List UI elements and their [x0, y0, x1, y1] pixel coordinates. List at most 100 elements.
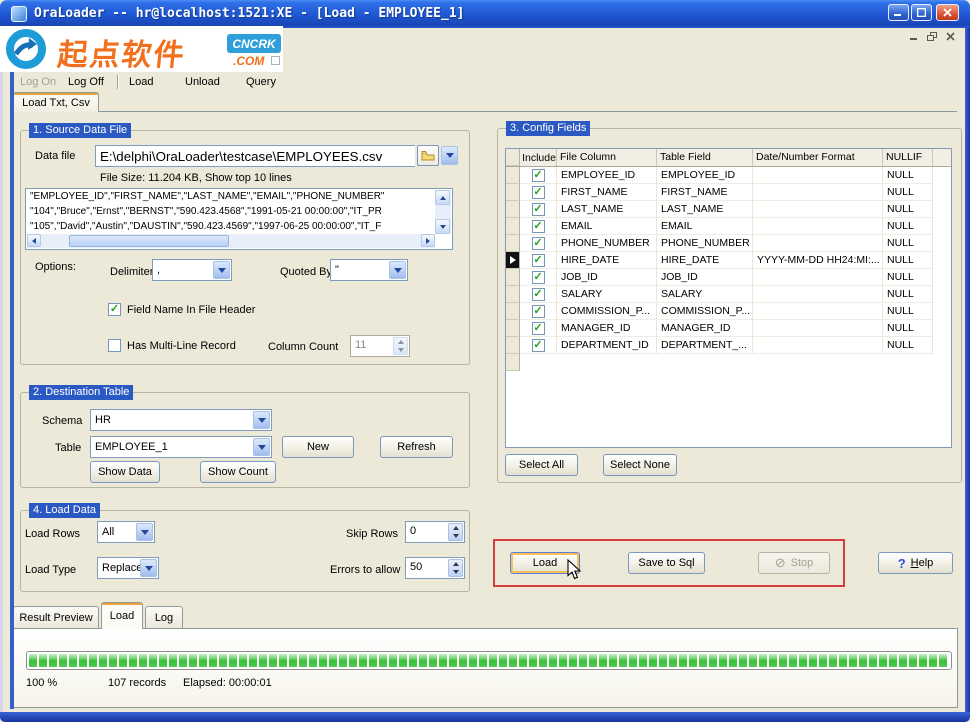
- mdi-minimize-button[interactable]: [906, 30, 922, 43]
- config-grid-row[interactable]: ✓ MANAGER_ID MANAGER_ID NULL: [506, 320, 951, 337]
- config-grid-row[interactable]: ✓ LAST_NAME LAST_NAME NULL: [506, 201, 951, 218]
- config-grid-row[interactable]: ✓ PHONE_NUMBER PHONE_NUMBER NULL: [506, 235, 951, 252]
- include-checkbox[interactable]: ✓: [532, 339, 545, 352]
- include-checkbox[interactable]: ✓: [532, 288, 545, 301]
- quoted-by-select[interactable]: ": [330, 259, 408, 281]
- nullif-cell[interactable]: NULL: [883, 235, 933, 252]
- format-cell[interactable]: YYYY-MM-DD HH24:MI:...: [753, 252, 883, 269]
- show-count-button[interactable]: Show Count: [200, 461, 276, 483]
- include-checkbox[interactable]: ✓: [532, 322, 545, 335]
- include-cell[interactable]: ✓: [520, 235, 557, 252]
- config-grid-row[interactable]: ✓ COMMISSION_P... COMMISSION_P... NULL: [506, 303, 951, 320]
- load-rows-dropdown-button[interactable]: [136, 523, 153, 541]
- include-checkbox[interactable]: ✓: [532, 186, 545, 199]
- include-checkbox[interactable]: ✓: [532, 254, 545, 267]
- include-checkbox[interactable]: ✓: [532, 203, 545, 216]
- nullif-cell[interactable]: NULL: [883, 218, 933, 235]
- file-column-cell[interactable]: LAST_NAME: [557, 201, 657, 218]
- multi-line-record-checkbox[interactable]: [108, 339, 121, 352]
- table-field-cell[interactable]: EMPLOYEE_ID: [657, 167, 753, 184]
- format-cell[interactable]: [753, 167, 883, 184]
- save-to-sql-button[interactable]: Save to Sql: [628, 552, 705, 574]
- format-cell[interactable]: [753, 235, 883, 252]
- nullif-cell[interactable]: NULL: [883, 337, 933, 354]
- file-column-cell[interactable]: EMPLOYEE_ID: [557, 167, 657, 184]
- format-cell[interactable]: [753, 269, 883, 286]
- help-button[interactable]: ? Help: [878, 552, 953, 574]
- delimiter-dropdown-button[interactable]: [213, 261, 230, 279]
- scroll-right-button[interactable]: [421, 234, 435, 247]
- horizontal-scroll-thumb[interactable]: [69, 235, 229, 247]
- table-field-cell[interactable]: FIRST_NAME: [657, 184, 753, 201]
- config-grid-row[interactable]: ✓ DEPARTMENT_ID DEPARTMENT_... NULL: [506, 337, 951, 354]
- quoted-by-dropdown-button[interactable]: [389, 261, 406, 279]
- mdi-restore-button[interactable]: [924, 30, 940, 43]
- nullif-cell[interactable]: NULL: [883, 201, 933, 218]
- table-field-cell[interactable]: COMMISSION_P...: [657, 303, 753, 320]
- config-grid-row[interactable]: ✓ JOB_ID JOB_ID NULL: [506, 269, 951, 286]
- include-cell[interactable]: ✓: [520, 184, 557, 201]
- close-button[interactable]: [936, 4, 959, 21]
- tab-load[interactable]: Load: [101, 602, 143, 629]
- load-type-dropdown-button[interactable]: [140, 559, 157, 577]
- format-cell[interactable]: [753, 303, 883, 320]
- table-field-cell[interactable]: SALARY: [657, 286, 753, 303]
- table-field-cell[interactable]: LAST_NAME: [657, 201, 753, 218]
- toolbar-query[interactable]: Query: [246, 74, 276, 90]
- titlebar[interactable]: OraLoader -- hr@localhost:1521:XE - [Loa…: [0, 0, 970, 28]
- preview-vertical-scrollbar[interactable]: [435, 190, 451, 234]
- include-cell[interactable]: ✓: [520, 218, 557, 235]
- include-cell[interactable]: ✓: [520, 286, 557, 303]
- file-column-cell[interactable]: SALARY: [557, 286, 657, 303]
- include-checkbox[interactable]: ✓: [532, 305, 545, 318]
- file-column-cell[interactable]: DEPARTMENT_ID: [557, 337, 657, 354]
- config-grid-row[interactable]: ✓ EMPLOYEE_ID EMPLOYEE_ID NULL: [506, 167, 951, 184]
- file-preview-box[interactable]: "EMPLOYEE_ID","FIRST_NAME","LAST_NAME","…: [25, 188, 453, 250]
- format-cell[interactable]: [753, 218, 883, 235]
- format-cell[interactable]: [753, 337, 883, 354]
- format-cell[interactable]: [753, 201, 883, 218]
- nullif-cell[interactable]: NULL: [883, 184, 933, 201]
- table-field-cell[interactable]: DEPARTMENT_...: [657, 337, 753, 354]
- table-field-cell[interactable]: HIRE_DATE: [657, 252, 753, 269]
- table-field-cell[interactable]: JOB_ID: [657, 269, 753, 286]
- config-grid-row[interactable]: ✓ SALARY SALARY NULL: [506, 286, 951, 303]
- file-column-cell[interactable]: MANAGER_ID: [557, 320, 657, 337]
- errors-to-allow-spinner[interactable]: 50: [405, 557, 465, 579]
- tab-log[interactable]: Log: [145, 606, 183, 628]
- scroll-down-button[interactable]: [435, 219, 450, 234]
- delimiter-select[interactable]: ,: [152, 259, 232, 281]
- spinner-buttons[interactable]: [448, 523, 463, 541]
- config-grid-row[interactable]: ✓ EMAIL EMAIL NULL: [506, 218, 951, 235]
- scroll-left-button[interactable]: [27, 234, 41, 247]
- toolbar-unload[interactable]: Unload: [185, 74, 220, 90]
- minimize-button[interactable]: [888, 4, 909, 21]
- format-cell[interactable]: [753, 320, 883, 337]
- field-name-header-checkbox[interactable]: ✓: [108, 303, 121, 316]
- include-cell[interactable]: ✓: [520, 320, 557, 337]
- table-field-cell[interactable]: EMAIL: [657, 218, 753, 235]
- nullif-cell[interactable]: NULL: [883, 252, 933, 269]
- preview-horizontal-scrollbar[interactable]: [27, 234, 435, 248]
- table-field-cell[interactable]: MANAGER_ID: [657, 320, 753, 337]
- nullif-cell[interactable]: NULL: [883, 269, 933, 286]
- file-column-cell[interactable]: PHONE_NUMBER: [557, 235, 657, 252]
- load-rows-select[interactable]: All: [97, 521, 155, 543]
- include-cell[interactable]: ✓: [520, 201, 557, 218]
- spinner-buttons[interactable]: [448, 559, 463, 577]
- schema-select[interactable]: HR: [90, 409, 272, 431]
- refresh-button[interactable]: Refresh: [380, 436, 453, 458]
- tab-result-preview[interactable]: Result Preview: [13, 606, 99, 628]
- select-all-button[interactable]: Select All: [505, 454, 578, 476]
- data-file-dropdown-button[interactable]: [441, 146, 458, 165]
- toolbar-log-off[interactable]: Log Off: [68, 74, 104, 90]
- include-cell[interactable]: ✓: [520, 269, 557, 286]
- new-table-button[interactable]: New: [282, 436, 354, 458]
- nullif-cell[interactable]: NULL: [883, 320, 933, 337]
- format-cell[interactable]: [753, 184, 883, 201]
- include-checkbox[interactable]: ✓: [532, 220, 545, 233]
- file-column-cell[interactable]: EMAIL: [557, 218, 657, 235]
- file-column-cell[interactable]: COMMISSION_P...: [557, 303, 657, 320]
- file-column-cell[interactable]: FIRST_NAME: [557, 184, 657, 201]
- tab-load-txt-csv[interactable]: Load Txt, Csv: [13, 92, 99, 112]
